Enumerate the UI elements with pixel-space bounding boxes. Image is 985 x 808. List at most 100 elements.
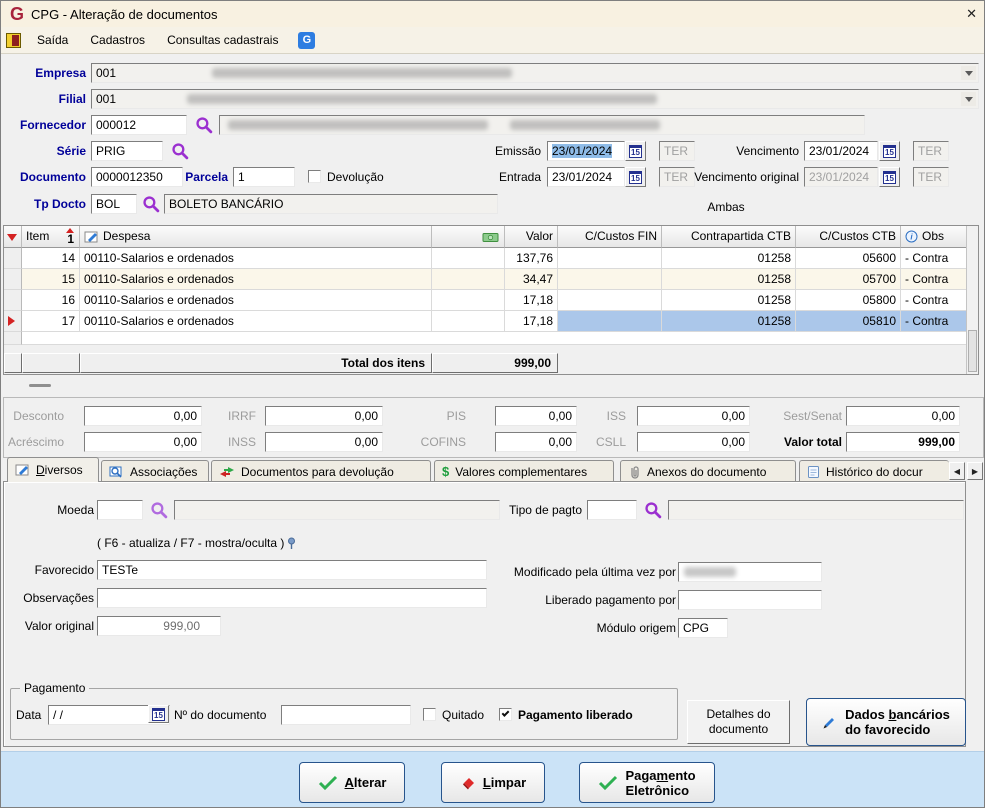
tipo-pagto-input[interactable] bbox=[587, 500, 637, 520]
info-icon: i bbox=[905, 230, 918, 243]
tp-docto-input[interactable]: BOL bbox=[91, 194, 137, 214]
desconto-input[interactable]: 0,00 bbox=[84, 406, 202, 426]
splitter-grip[interactable] bbox=[29, 384, 51, 387]
col-header-contrapartida[interactable]: Contrapartida CTB bbox=[662, 226, 796, 248]
pis-input[interactable]: 0,00 bbox=[495, 406, 577, 426]
num-documento-input[interactable] bbox=[281, 705, 411, 725]
entrada-date-input[interactable]: 23/01/2024 bbox=[547, 167, 625, 187]
col-header-valor[interactable]: Valor bbox=[505, 226, 558, 248]
table-row[interactable]: 16 00110-Salarios e ordenados 17,18 0125… bbox=[4, 290, 968, 311]
inss-input[interactable]: 0,00 bbox=[265, 432, 383, 452]
documento-input[interactable]: 0000012350 bbox=[91, 167, 183, 187]
g-app-icon[interactable]: G bbox=[298, 31, 316, 49]
scrollbar-thumb[interactable] bbox=[968, 330, 977, 372]
sest-senat-input[interactable]: 0,00 bbox=[846, 406, 960, 426]
search-icon[interactable] bbox=[195, 116, 213, 134]
tab-valores-complementares[interactable]: $ Valores complementares bbox=[434, 460, 614, 482]
serie-label: Série bbox=[56, 144, 86, 158]
document-icon bbox=[808, 465, 819, 478]
quitado-checkbox[interactable] bbox=[423, 708, 436, 721]
table-row[interactable]: 15 00110-Salarios e ordenados 34,47 0125… bbox=[4, 269, 968, 290]
calendar-button[interactable]: 15 bbox=[625, 167, 646, 187]
observacoes-input[interactable] bbox=[97, 588, 487, 608]
tab-documentos-devolucao[interactable]: Documentos para devolução bbox=[211, 460, 431, 482]
search-icon[interactable] bbox=[142, 195, 160, 213]
marker-column-header[interactable] bbox=[4, 226, 22, 248]
calendar-button[interactable]: 15 bbox=[625, 141, 646, 161]
pagamento-eletronico-button[interactable]: Pagamento Eletrônico bbox=[579, 762, 715, 803]
irrf-input[interactable]: 0,00 bbox=[265, 406, 383, 426]
tp-docto-desc-field: BOLETO BANCÁRIO bbox=[164, 194, 498, 214]
emissao-date-input[interactable]: 23/01/2024 bbox=[547, 141, 625, 161]
parcela-input[interactable]: 1 bbox=[233, 167, 295, 187]
iss-input[interactable]: 0,00 bbox=[637, 406, 750, 426]
dados-bancarios-button[interactable]: Dados bancários do favorecido bbox=[806, 698, 966, 746]
action-bar: Alterar Limpar Pagamento Eletrônico bbox=[1, 751, 984, 807]
fornecedor-name-field bbox=[219, 115, 865, 135]
note-pencil-icon bbox=[84, 231, 98, 242]
footer-total-label: Total dos itens bbox=[80, 353, 432, 373]
table-row[interactable]: 14 00110-Salarios e ordenados 137,76 012… bbox=[4, 248, 968, 269]
calendar-button[interactable]: 15 bbox=[879, 141, 900, 161]
footer-item-cell bbox=[22, 353, 80, 373]
tab-associacoes[interactable]: Associações bbox=[101, 460, 209, 482]
moeda-desc-field bbox=[174, 500, 500, 520]
search-icon[interactable] bbox=[644, 501, 662, 519]
eraser-icon bbox=[462, 777, 474, 789]
close-icon[interactable]: ✕ bbox=[966, 6, 977, 22]
pin-icon bbox=[288, 537, 296, 549]
tab-historico[interactable]: Histórico do docur bbox=[799, 460, 949, 482]
limpar-button[interactable]: Limpar bbox=[441, 762, 545, 803]
serie-input[interactable]: PRIG bbox=[91, 141, 163, 161]
menu-cadastros[interactable]: Cadastros bbox=[79, 30, 156, 50]
menu-saida[interactable]: Saída bbox=[26, 30, 79, 50]
grid-scrollbar[interactable] bbox=[966, 226, 978, 374]
modificado-label: Modificado pela última vez por bbox=[513, 565, 676, 579]
acrescimo-input[interactable]: 0,00 bbox=[84, 432, 202, 452]
filial-combo[interactable]: 001 bbox=[91, 89, 979, 109]
vencimento-date-input[interactable]: 23/01/2024 bbox=[804, 141, 878, 161]
quitado-checkbox-label: Quitado bbox=[442, 708, 485, 722]
col-header-ccustos-ctb[interactable]: C/Custos CTB bbox=[796, 226, 901, 248]
tab-scroll-left-button[interactable]: ◀ bbox=[949, 462, 965, 480]
pagamento-group: Pagamento Data / / 15 Nº do documento Qu… bbox=[10, 681, 678, 740]
redacted-text bbox=[228, 120, 488, 130]
sest-senat-label: Sest/Senat bbox=[783, 409, 842, 423]
tab-anexos[interactable]: Anexos do documento bbox=[620, 460, 796, 482]
col-header-ccustos-fin[interactable]: C/Custos FIN bbox=[558, 226, 662, 248]
devolucao-checkbox[interactable] bbox=[308, 170, 321, 183]
fornecedor-input[interactable]: 000012 bbox=[91, 115, 187, 135]
calendar-button[interactable]: 15 bbox=[148, 705, 169, 723]
detalhes-documento-button[interactable]: Detalhes do documento bbox=[687, 700, 790, 744]
menu-consultas-cadastrais[interactable]: Consultas cadastrais bbox=[156, 30, 289, 50]
tab-diversos[interactable]: Diversos bbox=[7, 457, 99, 482]
col-header-despesa[interactable]: Despesa bbox=[80, 226, 432, 248]
current-row-marker-icon bbox=[8, 316, 15, 326]
pencil-icon bbox=[823, 718, 835, 729]
liberado-pagamento-input[interactable] bbox=[678, 590, 822, 610]
calendar-button[interactable]: 15 bbox=[879, 167, 900, 187]
empresa-combo[interactable]: 001 bbox=[91, 63, 979, 83]
pagamento-liberado-checkbox[interactable] bbox=[499, 708, 512, 721]
observacoes-label: Observações bbox=[23, 591, 94, 605]
chevron-down-icon[interactable] bbox=[961, 92, 976, 106]
col-header-obs[interactable]: i Obs bbox=[901, 226, 968, 248]
tab-scroll-right-button[interactable]: ▶ bbox=[967, 462, 983, 480]
col-header-item[interactable]: Item 1 bbox=[22, 226, 80, 248]
search-icon[interactable] bbox=[150, 501, 168, 519]
csll-input[interactable]: 0,00 bbox=[637, 432, 750, 452]
acrescimo-label: Acréscimo bbox=[7, 435, 64, 449]
col-header-cash[interactable] bbox=[432, 226, 505, 248]
search-icon[interactable] bbox=[171, 142, 189, 160]
sort-asc-icon bbox=[66, 228, 74, 233]
alterar-button[interactable]: Alterar bbox=[299, 762, 405, 803]
window-title: CPG - Alteração de documentos bbox=[31, 6, 218, 22]
moeda-input[interactable] bbox=[97, 500, 143, 520]
dollar-icon: $ bbox=[442, 464, 450, 479]
chevron-down-icon[interactable] bbox=[961, 66, 976, 80]
pagamento-liberado-checkbox-label: Pagamento liberado bbox=[518, 708, 633, 722]
favorecido-input[interactable]: TESTe bbox=[97, 560, 487, 580]
redacted-text bbox=[510, 120, 660, 130]
cofins-input[interactable]: 0,00 bbox=[495, 432, 577, 452]
table-row-selected[interactable]: 17 00110-Salarios e ordenados 17,18 0125… bbox=[4, 311, 968, 332]
